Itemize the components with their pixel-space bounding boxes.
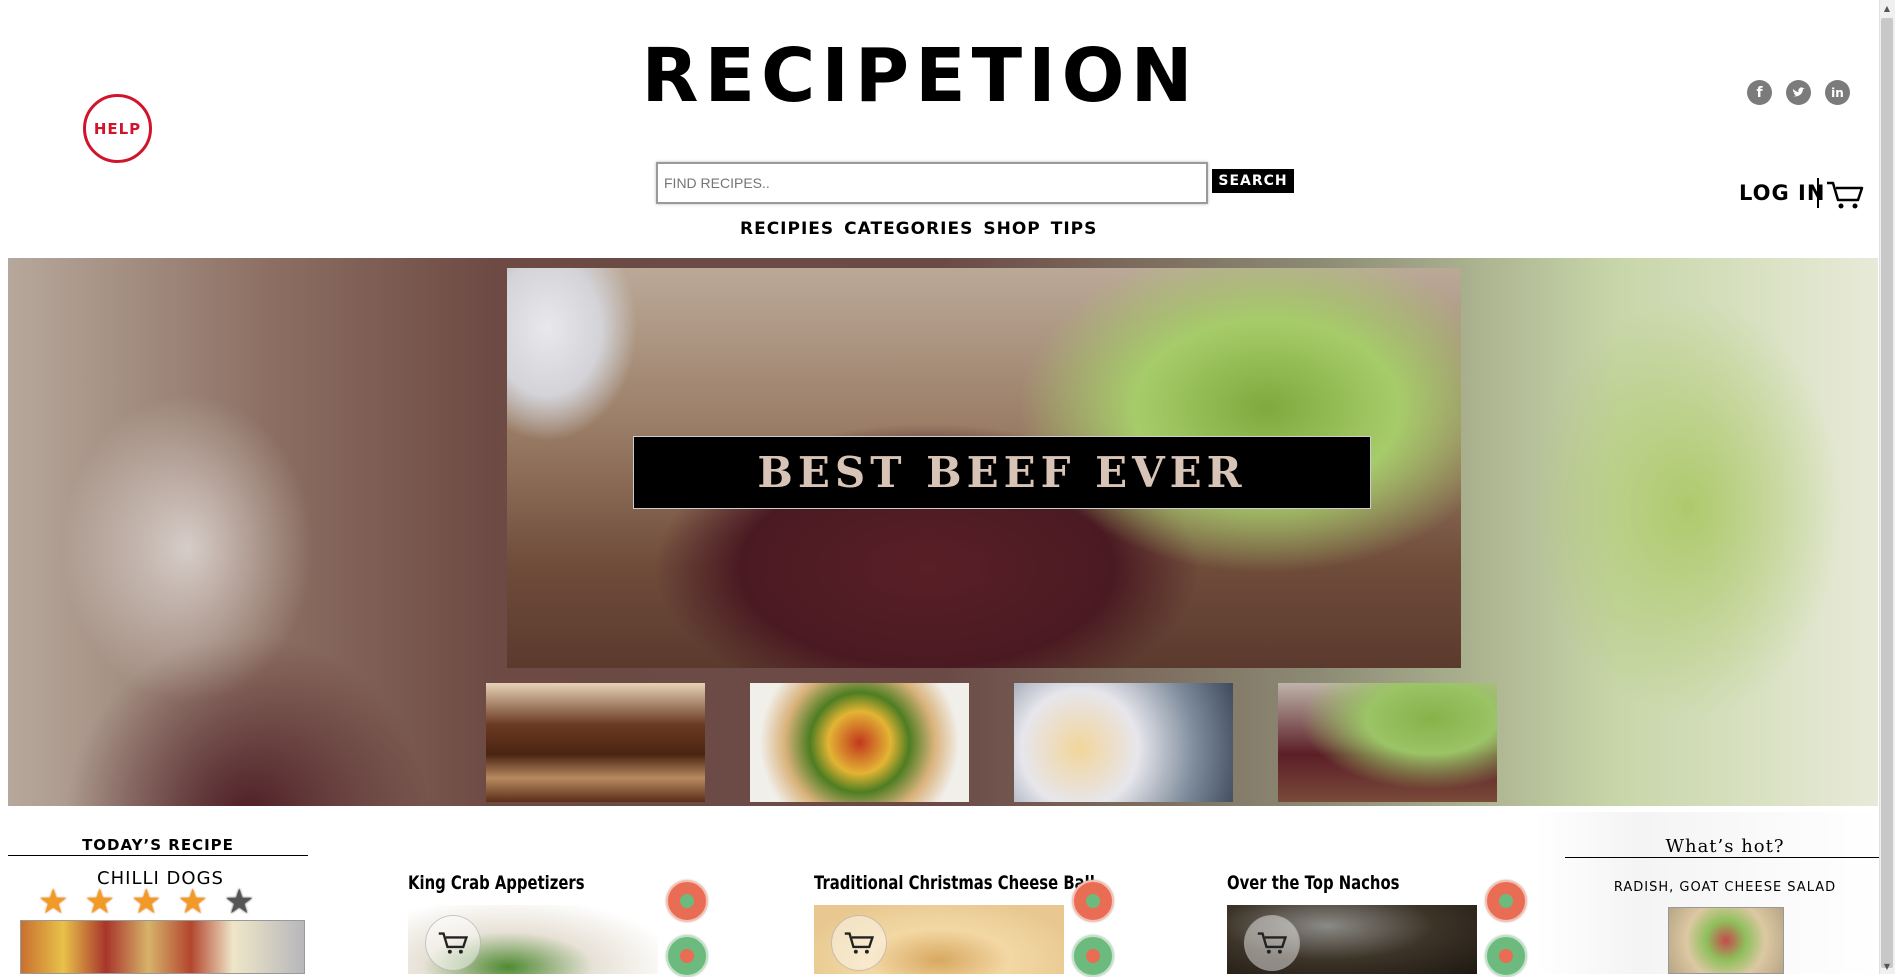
card-title[interactable]: Traditional Christmas Cheese Ball xyxy=(814,872,1095,894)
logo-text: RECIPETION xyxy=(641,33,1199,119)
hero-banner: BEST BEEF EVER xyxy=(633,436,1371,509)
twitter-icon[interactable] xyxy=(1786,80,1811,105)
cart-icon[interactable] xyxy=(1826,180,1864,210)
linkedin-icon[interactable]: in xyxy=(1825,80,1850,105)
add-to-cart-icon[interactable] xyxy=(1244,915,1300,971)
whats-hot-heading: What’s hot? xyxy=(1665,836,1785,857)
help-button[interactable]: HELP xyxy=(83,94,152,163)
todays-recipe-heading: TODAY’S RECIPE xyxy=(82,836,234,854)
star-empty-icon: ★ xyxy=(223,882,255,922)
nav-item-shop[interactable]: SHOP xyxy=(983,219,1040,239)
login-link[interactable]: LOG IN xyxy=(1739,181,1825,205)
nav-item-recipies[interactable]: RECIPIES xyxy=(740,219,834,239)
nav-item-categories[interactable]: CATEGORIES xyxy=(844,219,973,239)
search-button[interactable]: SEARCH xyxy=(1212,169,1294,193)
star-icon: ★ xyxy=(38,882,69,922)
card-title[interactable]: Over the Top Nachos xyxy=(1227,872,1399,894)
star-icon: ★ xyxy=(130,882,162,922)
whats-hot-item[interactable]: RADISH, GOAT CHEESE SALAD xyxy=(1565,880,1885,895)
star-icon: ★ xyxy=(84,882,115,922)
hero-thumbnail-2[interactable] xyxy=(750,683,969,802)
vegetable-icon[interactable] xyxy=(666,880,708,922)
scroll-up-icon[interactable]: ▲ xyxy=(1881,2,1893,14)
hero-thumbnail-4[interactable] xyxy=(1278,683,1497,802)
nav-item-tips[interactable]: TIPS xyxy=(1051,219,1098,239)
tomato-icon[interactable] xyxy=(666,935,708,977)
hero-thumbnail-3[interactable] xyxy=(1014,683,1233,802)
main-nav: RECIPIES CATEGORIES SHOP TIPS xyxy=(740,219,1097,239)
hero-banner-text: BEST BEEF EVER xyxy=(757,448,1247,497)
rating-stars: ★ ★ ★ ★ ★ xyxy=(38,882,254,922)
whats-hot-image[interactable] xyxy=(1668,907,1784,974)
tomato-icon[interactable] xyxy=(1072,935,1114,977)
tomato-icon[interactable] xyxy=(1485,935,1527,977)
site-logo[interactable]: RECIPETION xyxy=(642,30,1193,122)
facebook-icon[interactable]: f xyxy=(1747,80,1772,105)
hero-thumbnail-1[interactable] xyxy=(486,683,705,802)
todays-recipe-image[interactable] xyxy=(20,920,305,974)
star-icon: ★ xyxy=(177,882,208,922)
vegetable-icon[interactable] xyxy=(1072,880,1114,922)
card-title[interactable]: King Crab Appetizers xyxy=(408,872,585,894)
add-to-cart-icon[interactable] xyxy=(425,915,481,971)
divider xyxy=(8,855,308,856)
help-label: HELP xyxy=(93,119,142,138)
search-input[interactable] xyxy=(656,162,1208,204)
scrollbar-thumb[interactable] xyxy=(1881,18,1893,968)
scroll-down-icon[interactable]: ▼ xyxy=(1881,960,1893,972)
vegetable-icon[interactable] xyxy=(1485,880,1527,922)
add-to-cart-icon[interactable] xyxy=(831,915,887,971)
login-divider xyxy=(1817,178,1819,208)
divider xyxy=(1565,857,1879,858)
